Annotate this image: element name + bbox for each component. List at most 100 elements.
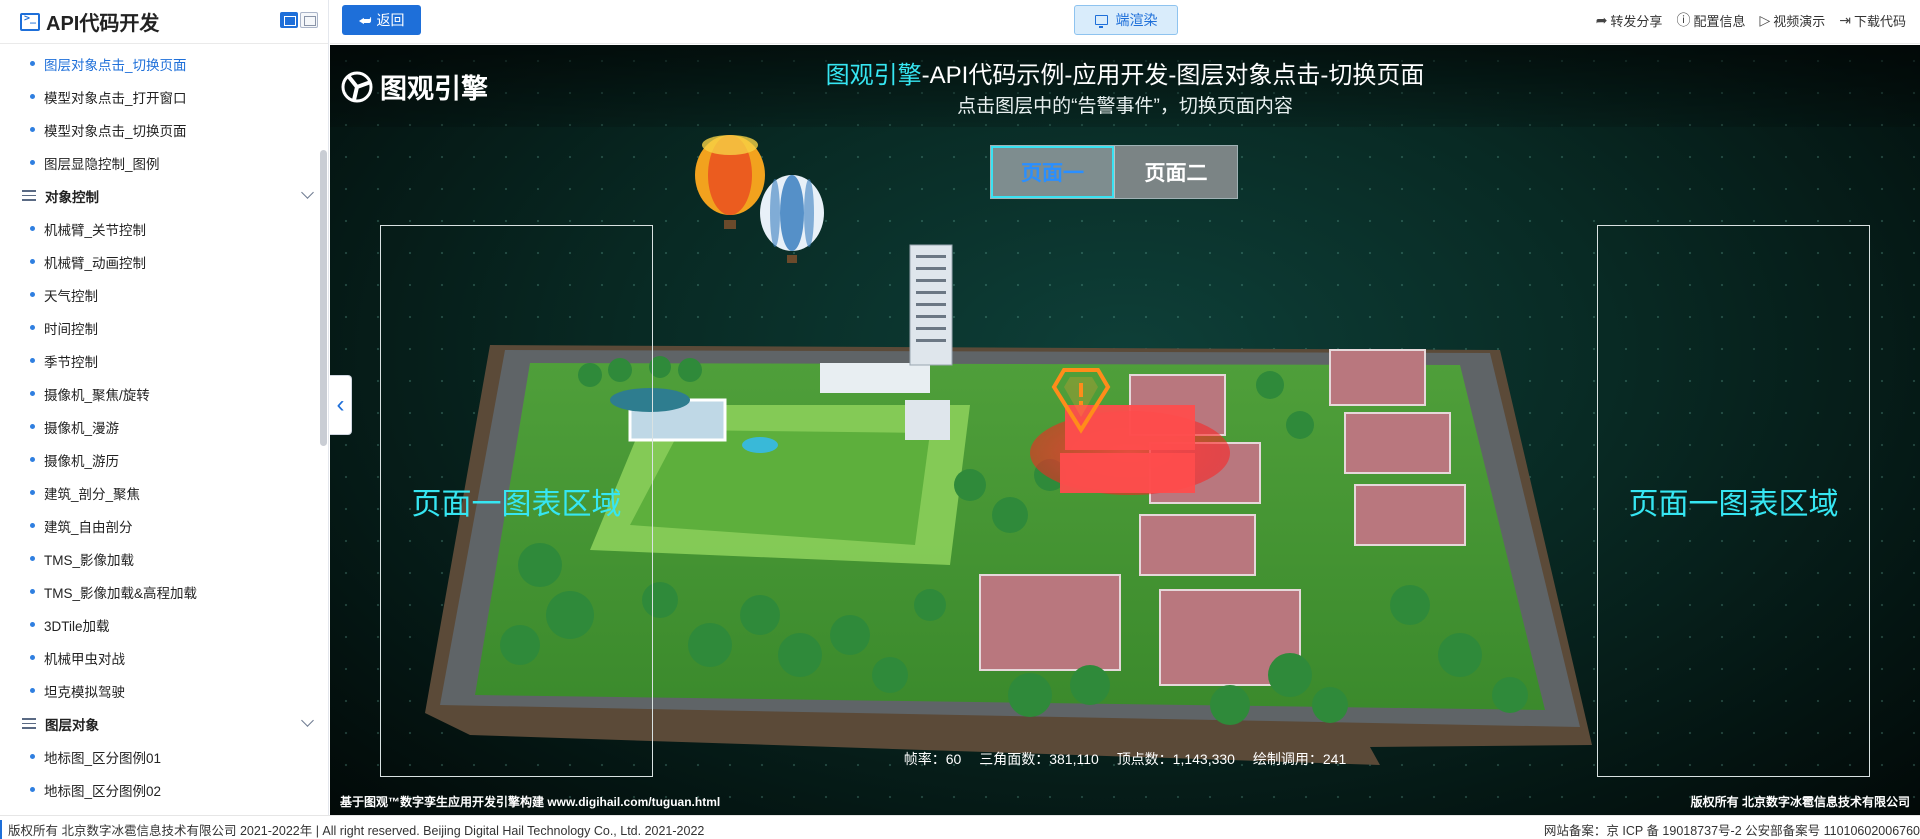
back-button-label: 返回 xyxy=(376,12,405,28)
sidebar-item[interactable]: 摄像机_聚焦/旋转 xyxy=(30,377,150,410)
sidebar-item-label: TMS_影像加载&高程加载 xyxy=(44,585,198,601)
alarm-building xyxy=(1060,405,1195,493)
page-title: 图观引擎-API代码示例-应用开发-图层对象点击-切换页面 xyxy=(330,55,1920,90)
sidebar-item-label: 地标图_区分图例02 xyxy=(44,783,162,799)
render-mode-button[interactable]: 端渲染 xyxy=(1074,5,1178,35)
chart-area-right-label: 页面一图表区域 xyxy=(1628,488,1839,521)
sidebar-item-label: 建筑_自由剖分 xyxy=(44,519,133,535)
sidebar-item-label: 地标图_区分图例01 xyxy=(44,750,162,766)
sidebar-item[interactable]: 坦克模拟驾驶 xyxy=(30,674,125,707)
page-tabs: 页面一 页面二 xyxy=(990,145,1238,199)
sidebar-group[interactable]: 对象控制 xyxy=(22,179,314,212)
chevron-down-icon xyxy=(301,714,314,727)
chart-area-left-label: 页面一图表区域 xyxy=(411,488,622,521)
bullet-icon xyxy=(30,424,35,429)
bullet-icon xyxy=(30,688,35,693)
bullet-icon xyxy=(30,226,35,231)
bullet-icon xyxy=(30,457,35,462)
bullet-icon xyxy=(30,127,35,132)
download-code-button[interactable]: ⇥ 下载代码 xyxy=(1839,11,1906,30)
bullet-icon xyxy=(30,556,35,561)
sidebar-group-label: 图层对象 xyxy=(45,717,99,733)
drawcalls-stat: 绘制调用：241 xyxy=(1252,751,1347,767)
bullet-icon xyxy=(30,292,35,297)
footer-copyright: 版权所有 北京数字冰雹信息技术有限公司 2021-2022年 | All rig… xyxy=(0,820,704,839)
tab-page-two[interactable]: 页面二 xyxy=(1114,146,1237,198)
image-view-icon[interactable] xyxy=(300,12,318,28)
sidebar-item[interactable]: 建筑_剖分_聚焦 xyxy=(30,476,140,509)
chevron-down-icon xyxy=(301,186,314,199)
sidebar-item[interactable]: 地标图_区分图例01 xyxy=(30,740,161,773)
fps-stat: 帧率：60 xyxy=(903,751,962,767)
sidebar-collapse-button[interactable]: ‹ xyxy=(330,375,352,435)
sidebar-item[interactable]: 3DTile加载 xyxy=(30,608,110,641)
share-label: 转发分享 xyxy=(1610,13,1663,29)
sidebar-item[interactable]: 图层显隐控制_图例 xyxy=(30,146,160,179)
bullet-icon xyxy=(30,754,35,759)
info-icon: ⓘ xyxy=(1676,12,1691,28)
sidebar-item[interactable]: TMS_影像加载&高程加载 xyxy=(30,575,197,608)
share-icon: ➦ xyxy=(1595,11,1608,28)
sidebar-item-label: 机械臂_动画控制 xyxy=(44,255,147,271)
bullet-icon xyxy=(30,490,35,495)
viewer-copyright: 版权所有 北京数字冰雹信息技术有限公司 xyxy=(1690,795,1910,809)
title-accent: 图观引擎 xyxy=(825,62,922,89)
sidebar-group[interactable]: 图层对象 xyxy=(22,707,314,740)
title-rest: -API代码示例-应用开发-图层对象点击-切换页面 xyxy=(921,62,1425,89)
sidebar-item[interactable]: 天气控制 xyxy=(30,278,98,311)
sidebar-item[interactable]: TMS_影像加载 xyxy=(30,542,134,575)
download-icon: ⇥ xyxy=(1839,11,1851,28)
sidebar-item[interactable]: 机械甲虫对战 xyxy=(30,641,125,674)
sidebar-item[interactable]: 建筑_自由剖分 xyxy=(30,509,133,542)
chevron-left-icon: ‹ xyxy=(336,391,345,418)
sidebar-item-label: 建筑_剖分_聚焦 xyxy=(44,486,141,502)
sidebar-item-label: 摄像机_聚焦/旋转 xyxy=(44,387,150,403)
sidebar: API代码开发 图层对象点击_切换页面模型对象点击_打开窗口模型对象点击_切换页… xyxy=(0,0,329,815)
page-subtitle: 点击图层中的“告警事件”，切换页面内容 xyxy=(957,96,1293,117)
hot-air-balloon-icon xyxy=(760,175,824,263)
sidebar-nav: 图层对象点击_切换页面模型对象点击_打开窗口 模型对象点击_切换页面 图层显隐控制_… xyxy=(0,44,318,815)
sidebar-item[interactable]: 摄像机_游历 xyxy=(30,443,119,476)
footer-icp: 网站备案：京 ICP 备 19018737号-2 公安部备案号 11010602… xyxy=(1543,824,1920,838)
config-info-button[interactable]: ⓘ 配置信息 xyxy=(1676,10,1745,30)
video-demo-button[interactable]: ▷ 视频演示 xyxy=(1759,11,1825,30)
sidebar-item[interactable]: 机械臂_动画控制 xyxy=(30,245,146,278)
sidebar-item-label: 机械臂_关节控制 xyxy=(44,222,147,238)
sidebar-item[interactable]: 季节控制 xyxy=(30,344,98,377)
bullet-icon xyxy=(30,259,35,264)
share-button[interactable]: ➦ 转发分享 xyxy=(1596,11,1663,30)
bullet-icon xyxy=(30,622,35,627)
top-toolbar: ⮨ 返回 端渲染 ➦ 转发分享 ⓘ 配置信息 ▷ 视频演示 ⇥ 下载代码 xyxy=(330,0,1920,44)
sidebar-item-label: TMS_影像加载 xyxy=(44,552,135,568)
bullet-icon xyxy=(30,358,35,363)
sidebar-scrollbar[interactable] xyxy=(320,150,327,446)
sidebar-item-label: 摄像机_漫游 xyxy=(44,420,120,436)
tab-page-one[interactable]: 页面一 xyxy=(991,146,1114,198)
sidebar-item-label: 图层对象点击_切换页面 xyxy=(44,57,187,73)
bullet-icon xyxy=(30,61,35,66)
sidebar-item[interactable]: 时间控制 xyxy=(30,311,98,344)
3d-viewer[interactable]: 图观引擎 图观引擎-API代码示例-应用开发-图层对象点击-切换页面 点击图层中… xyxy=(330,45,1920,815)
sidebar-item[interactable]: 模型对象点击_切换页面 xyxy=(30,113,187,146)
triangles-stat: 三角面数：381,110 xyxy=(979,751,1099,767)
list-view-icon[interactable] xyxy=(280,12,298,28)
sidebar-item[interactable]: 机械臂_关节控制 xyxy=(30,212,146,245)
sidebar-header: API代码开发 xyxy=(0,0,328,44)
sidebar-item[interactable]: 地标图_区分图例02 xyxy=(30,773,161,806)
play-icon: ▷ xyxy=(1759,11,1771,28)
monitor-icon xyxy=(1094,15,1108,28)
sidebar-item[interactable]: 图层对象点击_切换页面 xyxy=(30,47,187,80)
bullet-icon xyxy=(30,391,35,396)
render-stats: 帧率：60 三角面数：381,110 顶点数：1,143,330 绘制调用：24… xyxy=(330,749,1920,769)
sidebar-item[interactable]: 模型对象点击_打开窗口 xyxy=(30,80,187,113)
view-toggle xyxy=(280,12,318,28)
sidebar-item-label: 摄像机_游历 xyxy=(44,453,120,469)
vertices-stat: 顶点数：1,143,330 xyxy=(1116,751,1235,767)
bullet-icon xyxy=(30,160,35,165)
back-button[interactable]: ⮨ 返回 xyxy=(342,5,421,35)
hot-air-balloon-icon xyxy=(695,135,765,229)
gym-roof xyxy=(820,363,930,393)
chart-area-right: 页面一图表区域 xyxy=(1597,225,1870,777)
sidebar-item[interactable]: 摄像机_漫游 xyxy=(30,410,119,443)
list-icon xyxy=(22,190,36,201)
